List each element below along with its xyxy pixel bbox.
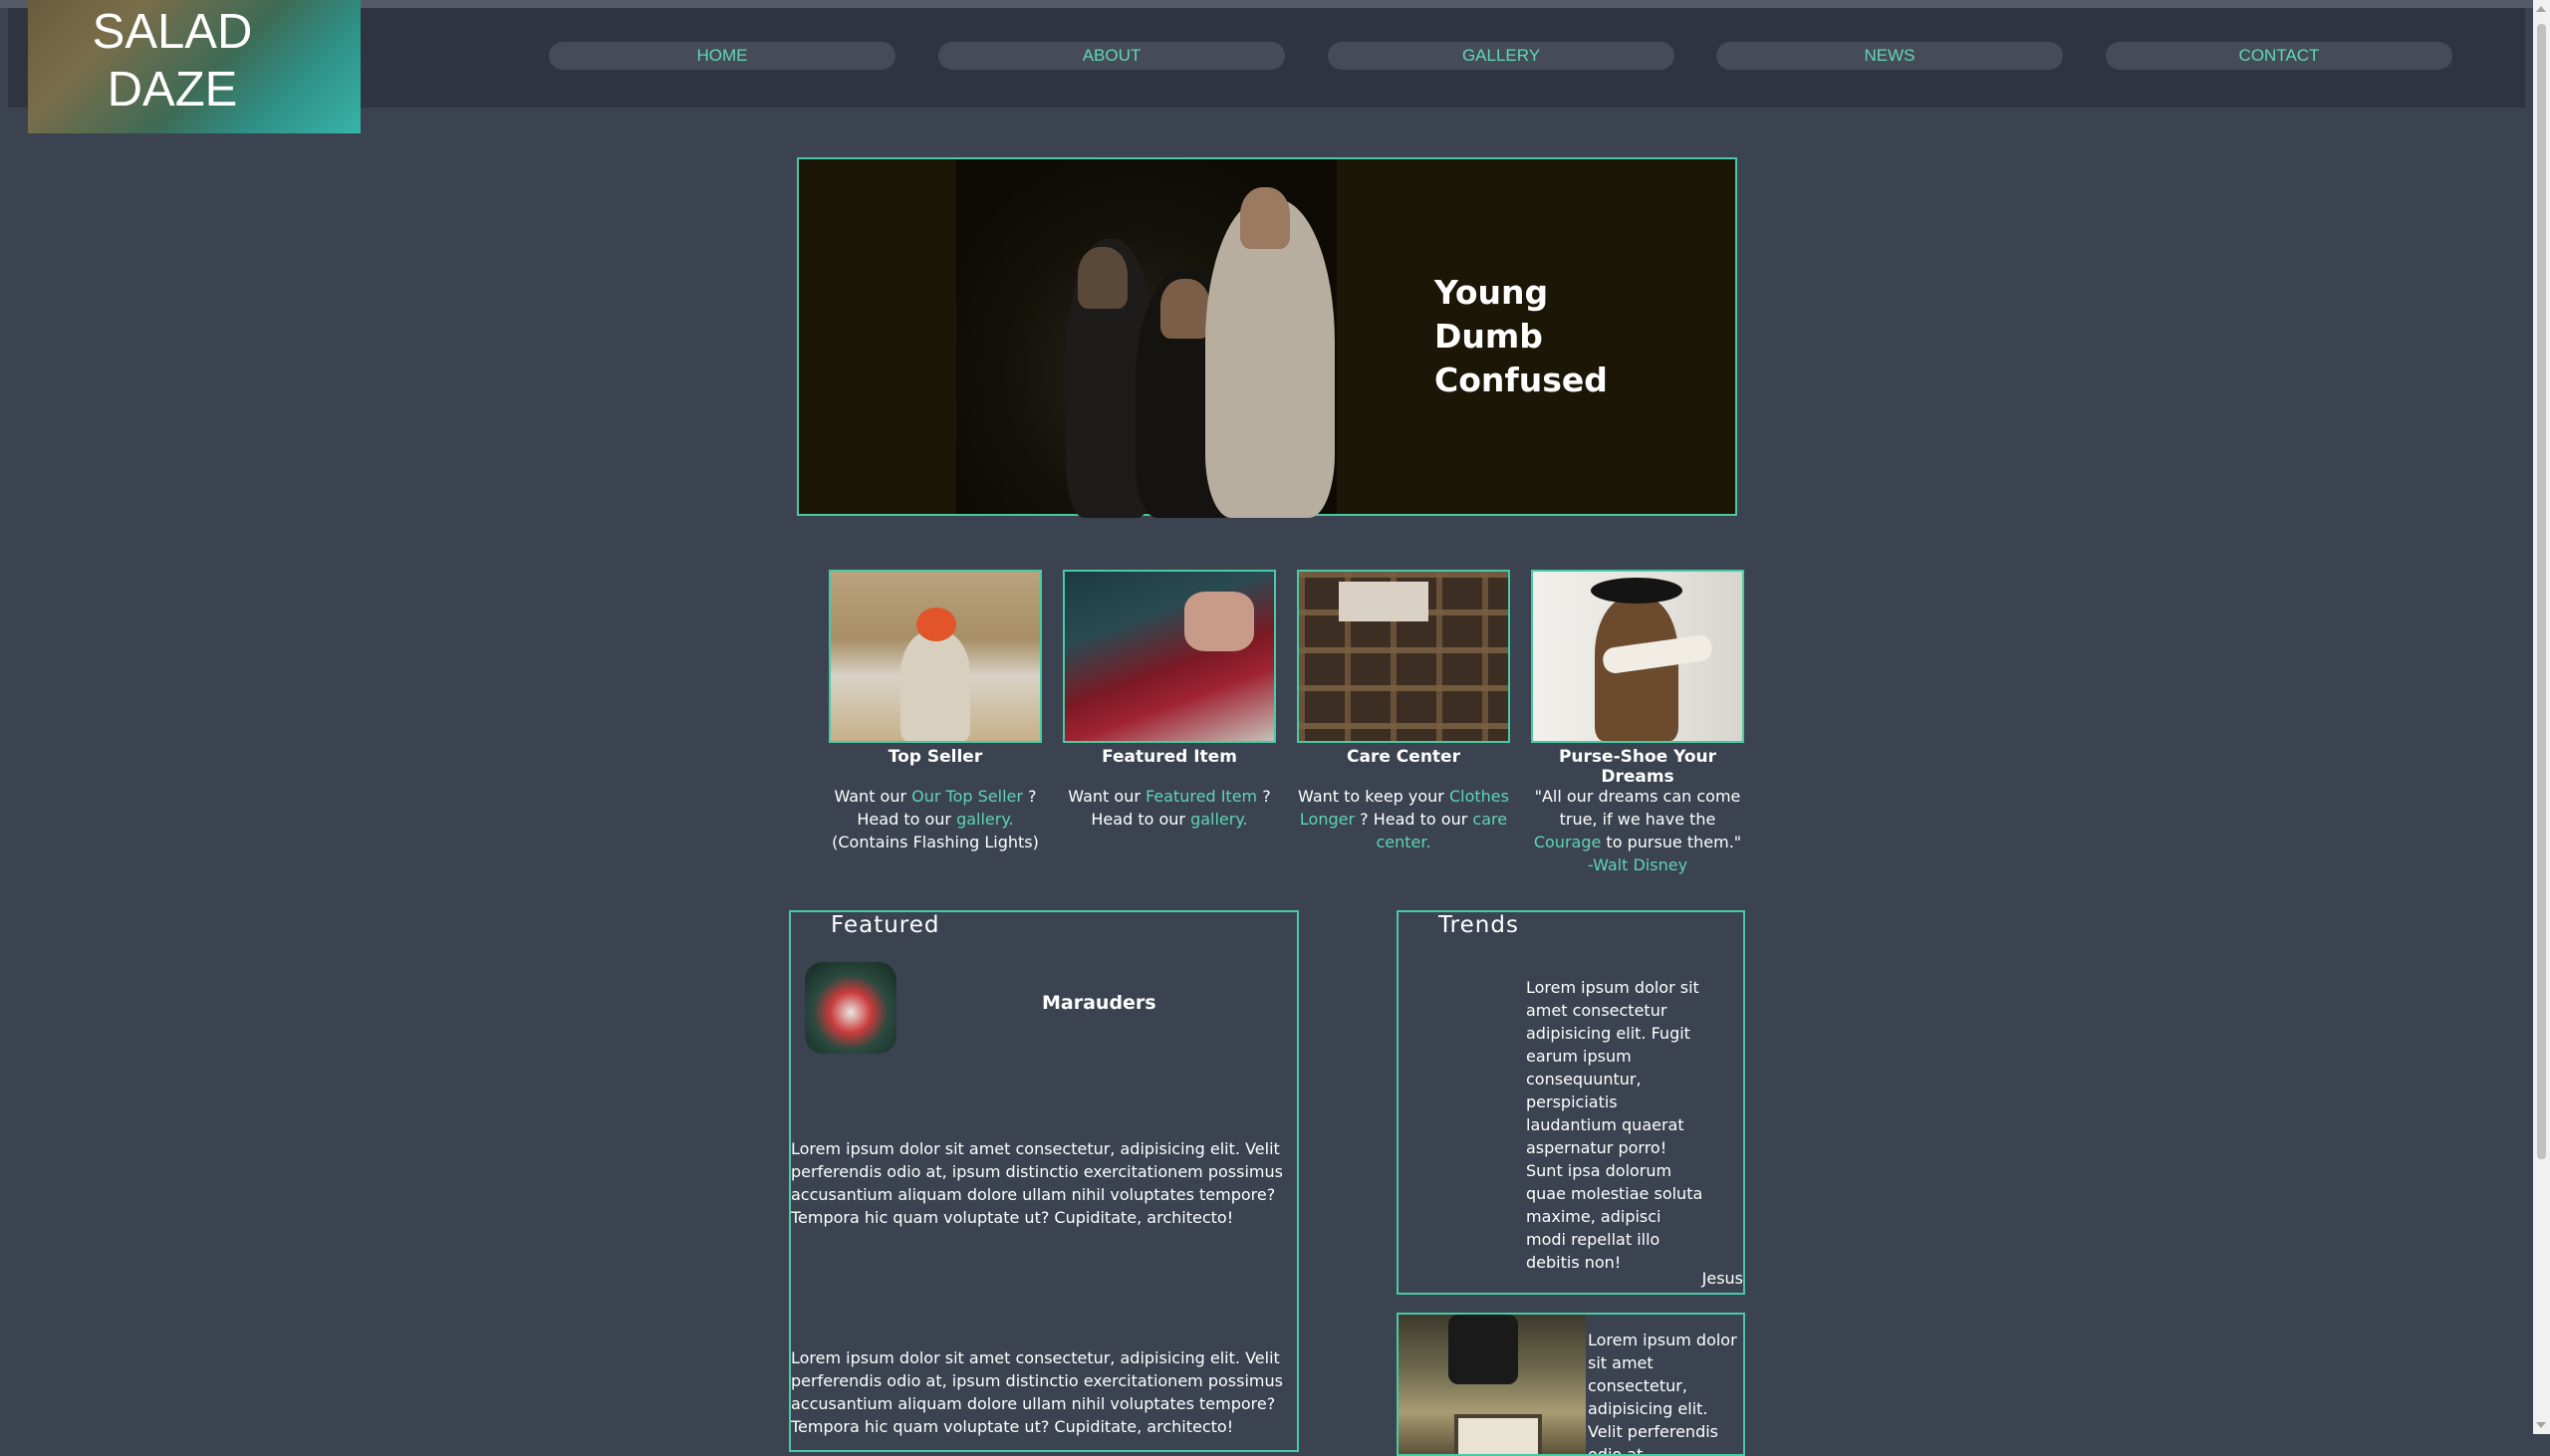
card-text-part: ? [1022, 787, 1037, 806]
card-text-part: to pursue them." [1601, 833, 1742, 851]
nav-home[interactable]: HOME [549, 42, 895, 70]
featured-title: Featured [831, 912, 940, 938]
featured-paragraph-2: Lorem ipsum dolor sit amet consectetur, … [791, 1348, 1283, 1436]
trends-author: Jesus [1701, 1269, 1743, 1288]
page-scrollbar[interactable] [2533, 0, 2550, 1434]
top-strip [0, 0, 2533, 8]
walt-disney-link[interactable]: -Walt Disney [1588, 855, 1687, 874]
hero-title-line-3: Confused [1434, 361, 1608, 399]
card-text: Want our Our Top Seller ? Head to our ga… [829, 785, 1042, 853]
card-text-part: ? [1257, 787, 1271, 806]
card-text-part: Want our [834, 787, 912, 806]
courage-link[interactable]: Courage [1534, 833, 1601, 851]
top-seller-link[interactable]: Our Top Seller [911, 787, 1023, 806]
trends-title: Trends [1438, 912, 1519, 938]
trends-card-2-paragraph: Lorem ipsum dolor sit amet consectetur, … [1588, 1331, 1737, 1456]
card-text-part: (Contains Flashing Lights) [832, 833, 1039, 851]
trends-card-2: Lorem ipsum dolor sit amet consectetur, … [1397, 1313, 1745, 1456]
card-title: Purse-Shoe Your Dreams [1558, 747, 1717, 787]
featured-item-link[interactable]: Featured Item [1146, 787, 1257, 806]
card-text: Want our Featured Item ? Head to our gal… [1063, 785, 1276, 831]
scroll-down-arrow-icon[interactable] [2536, 1422, 2546, 1428]
nav-gallery[interactable]: GALLERY [1328, 42, 1674, 70]
card-text: "All our dreams can come true, if we hav… [1531, 785, 1744, 876]
featured-item-name: Marauders [1042, 992, 1156, 1014]
card-text: Want to keep your Clothes Longer ? Head … [1297, 785, 1510, 853]
featured-item-image[interactable] [1063, 570, 1276, 743]
trend-photo[interactable] [1399, 1315, 1586, 1454]
care-center-image[interactable] [1297, 570, 1510, 743]
purse-shoe-image[interactable] [1531, 570, 1744, 743]
featured-section: Featured Marauders Lorem ipsum dolor sit… [789, 910, 1299, 1452]
hero-title-line-1: Young [1434, 273, 1549, 312]
trends-section: Trends Lorem ipsum dolor sit amet consec… [1397, 910, 1745, 1295]
card-title: Featured Item [1102, 747, 1237, 767]
card-text-part: Want to keep your [1298, 787, 1449, 806]
card-title: Care Center [1347, 747, 1460, 767]
scroll-up-arrow-icon[interactable] [2536, 6, 2546, 12]
nav-about[interactable]: ABOUT [938, 42, 1285, 70]
hero-band-photo [956, 159, 1337, 518]
hero-title: Young Dumb Confused [1434, 271, 1608, 402]
hero-banner: Young Dumb Confused [797, 157, 1737, 518]
card-text-part: "All our dreams can come true, if we hav… [1534, 787, 1741, 829]
gallery-link[interactable]: gallery. [1190, 810, 1248, 829]
nav-contact[interactable]: CONTACT [2106, 42, 2452, 70]
site-logo[interactable]: SALAD DAZE [28, 0, 361, 133]
featured-paragraph-1: Lorem ipsum dolor sit amet consectetur, … [791, 1139, 1283, 1227]
card-title: Top Seller [888, 747, 983, 767]
nav-news[interactable]: NEWS [1716, 42, 2063, 70]
top-seller-image[interactable] [829, 570, 1042, 743]
marauders-shoe-image[interactable] [805, 962, 896, 1054]
logo-line-2: DAZE [107, 63, 238, 117]
card-text-part: Want our [1068, 787, 1146, 806]
scrollbar-thumb[interactable] [2537, 24, 2546, 1159]
hero-title-line-2: Dumb [1434, 317, 1543, 356]
card-text-part: Head to our [1091, 810, 1191, 829]
card-text-part: Head to our [857, 810, 957, 829]
card-text-part: ? Head to our [1355, 810, 1473, 829]
gallery-link[interactable]: gallery. [956, 810, 1014, 829]
trends-paragraph: Lorem ipsum dolor sit amet consectetur a… [1526, 978, 1703, 1272]
logo-line-1: SALAD [92, 5, 253, 59]
